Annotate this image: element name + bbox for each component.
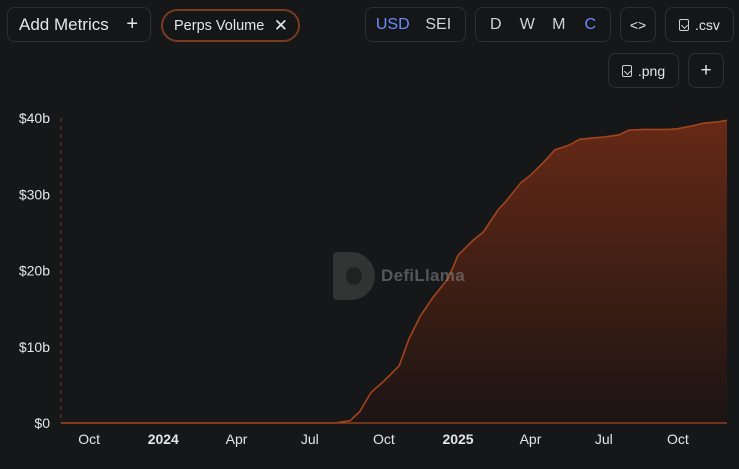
y-axis: $0 $10b $20b $30b $40b: [19, 110, 50, 431]
y-tick-label: $20b: [19, 263, 50, 279]
period-cumulative-option[interactable]: C: [575, 16, 607, 34]
x-tick-label: Apr: [520, 431, 542, 447]
add-metrics-label: Add Metrics: [19, 14, 109, 34]
png-download-button[interactable]: .png: [608, 53, 679, 88]
y-tick-label: $30b: [19, 186, 50, 202]
y-tick-label: $0: [34, 415, 50, 431]
x-tick-label: Oct: [78, 431, 100, 447]
defillama-watermark: DefiLlama: [333, 252, 465, 300]
x-tick-label: Jul: [595, 431, 613, 447]
currency-usd-option[interactable]: USD: [370, 16, 416, 34]
csv-label: .csv: [695, 16, 720, 33]
close-icon[interactable]: ✕: [274, 16, 288, 36]
period-monthly-option[interactable]: M: [543, 16, 575, 34]
period-toggle: D W M C: [475, 7, 611, 42]
x-tick-label: Jul: [301, 431, 319, 447]
x-tick-label: 2025: [442, 431, 473, 447]
download-file-icon: [679, 18, 690, 31]
currency-sei-option[interactable]: SEI: [416, 16, 462, 34]
watermark-text: DefiLlama: [381, 266, 465, 285]
y-tick-label: $40b: [19, 110, 50, 126]
perps-volume-tag[interactable]: Perps Volume ✕: [161, 9, 300, 42]
metric-tag-label: Perps Volume: [174, 17, 265, 34]
currency-toggle: USD SEI: [365, 7, 466, 42]
add-metrics-button[interactable]: Add Metrics +: [7, 7, 151, 42]
period-weekly-option[interactable]: W: [512, 16, 544, 34]
plus-icon: +: [126, 13, 138, 35]
x-tick-label: Oct: [667, 431, 689, 447]
download-file-icon: [621, 64, 632, 77]
png-label: .png: [637, 62, 666, 79]
y-tick-label: $10b: [19, 339, 50, 355]
period-daily-option[interactable]: D: [480, 16, 512, 34]
defillama-logo-icon: [333, 252, 375, 300]
x-tick-label: 2024: [148, 431, 179, 447]
x-tick-label: Oct: [373, 431, 395, 447]
embed-code-icon: <>: [629, 16, 647, 33]
x-tick-label: Apr: [226, 431, 248, 447]
embed-button[interactable]: <>: [620, 7, 656, 42]
plus-icon: +: [700, 59, 712, 81]
add-chart-button[interactable]: +: [688, 53, 724, 88]
x-axis: Oct 2024 Apr Jul Oct 2025 Apr Jul Oct: [78, 431, 689, 447]
csv-download-button[interactable]: .csv: [665, 7, 734, 42]
